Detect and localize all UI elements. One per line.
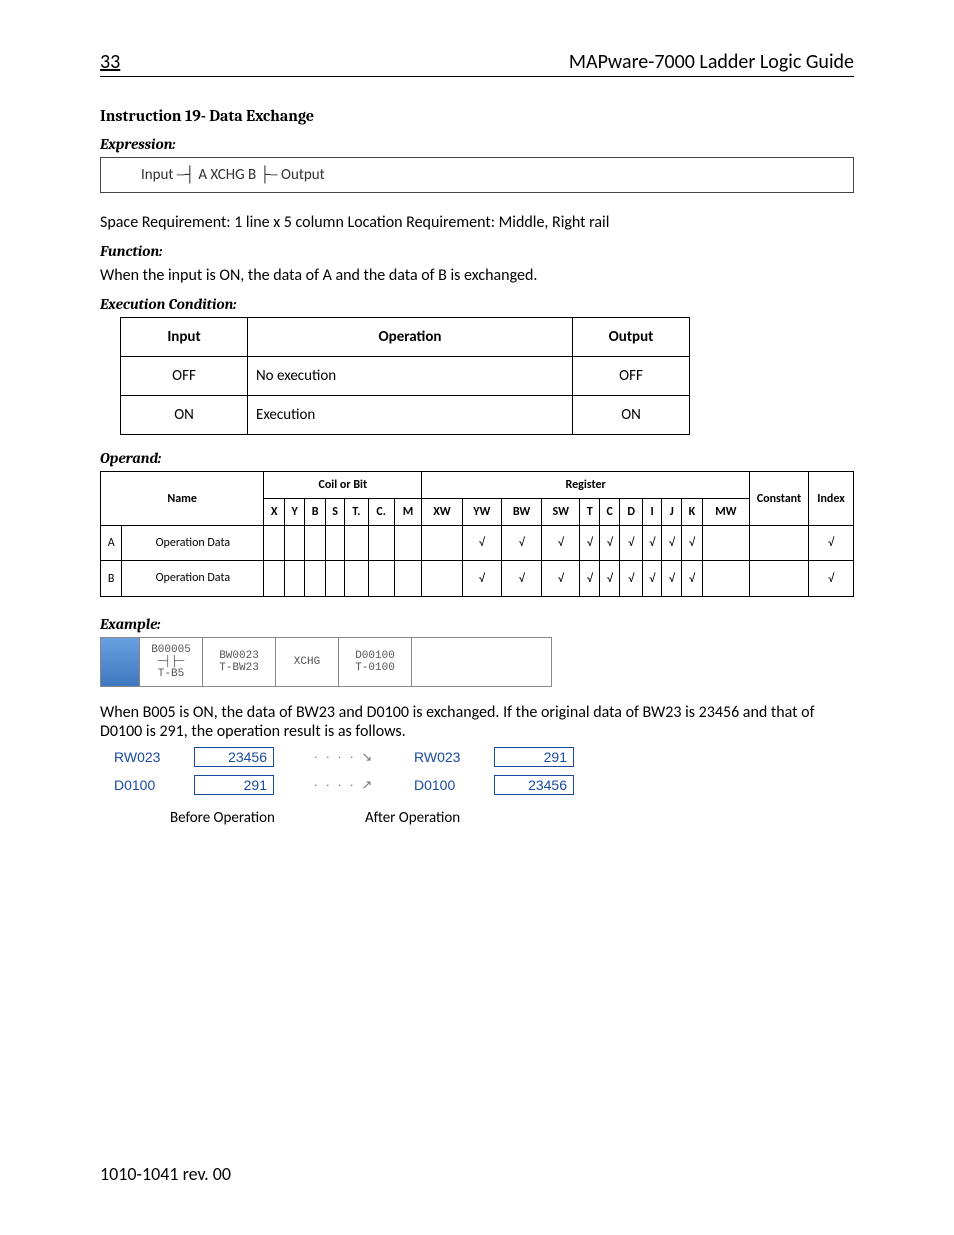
op-col: BW <box>502 499 542 526</box>
rung-rail <box>412 638 551 686</box>
function-label: Function: <box>100 242 854 260</box>
diag-label: D0100 <box>114 777 184 793</box>
example-label: Example: <box>100 615 854 633</box>
op-row-label: B <box>101 561 122 596</box>
rung-reg-a: BW0023 T-BW23 <box>203 638 276 686</box>
diag-label: RW023 <box>414 749 484 765</box>
op-col: C. <box>368 499 394 526</box>
exec-h-op: Operation <box>248 318 573 357</box>
exchange-diagram: RW023 23456 · · · · ↘ RW023 291 D0100 29… <box>114 747 854 795</box>
op-col: T. <box>345 499 369 526</box>
rung-number-bar <box>101 638 140 686</box>
op-col: MW <box>702 499 749 526</box>
op-col: I <box>642 499 662 526</box>
table-row: B Operation Data √ √ √ √ √ √ √ √ √ √ <box>101 561 854 596</box>
op-col: X <box>264 499 285 526</box>
exec-cell: Execution <box>248 396 573 435</box>
op-col: SW <box>542 499 580 526</box>
doc-title: MAPware-7000 Ladder Logic Guide <box>569 50 854 74</box>
op-h-constant: Constant <box>750 472 809 526</box>
diagram-captions: Before Operation After Operation <box>170 809 854 827</box>
diag-value: 23456 <box>194 747 274 767</box>
expression-label: Expression: <box>100 135 854 153</box>
rung-reg-b: D00100 T-0100 <box>339 638 412 686</box>
op-col: T <box>580 499 600 526</box>
op-col: YW <box>462 499 502 526</box>
space-requirement: Space Requirement: 1 line x 5 column Loc… <box>100 213 854 232</box>
exec-cell: OFF <box>121 357 248 396</box>
rung-contact: B00005 ─┤├─ T-B5 <box>140 638 203 686</box>
after-label: After Operation <box>365 809 460 827</box>
op-col: B <box>305 499 326 526</box>
op-h-index: Index <box>809 472 854 526</box>
exec-cond-label: Execution Condition: <box>100 295 854 313</box>
expression-box: Input ─┤ A XCHG B ├─ Output <box>100 157 854 193</box>
diag-label: D0100 <box>414 777 484 793</box>
op-col: XW <box>422 499 462 526</box>
operand-table: Name Coil or Bit Register Constant Index… <box>100 471 854 597</box>
exec-cell: OFF <box>573 357 690 396</box>
op-row-name: Operation Data <box>122 561 264 596</box>
exec-h-input: Input <box>121 318 248 357</box>
exec-cell: ON <box>121 396 248 435</box>
op-col: S <box>326 499 345 526</box>
op-h-coil: Coil or Bit <box>264 472 422 499</box>
diag-value: 23456 <box>494 775 574 795</box>
op-row-label: A <box>101 526 122 561</box>
footer-revision: 1010-1041 rev. 00 <box>100 1163 231 1185</box>
cross-arrow-icon: · · · · ↗ <box>284 777 404 793</box>
page-number: 33 <box>100 50 120 74</box>
op-h-register: Register <box>422 472 750 499</box>
op-col: C <box>600 499 620 526</box>
op-col: J <box>662 499 682 526</box>
op-row-name: Operation Data <box>122 526 264 561</box>
rung-instr: XCHG <box>276 638 339 686</box>
example-text: When B005 is ON, the data of BW23 and D0… <box>100 703 854 741</box>
section-title: Instruction 19- Data Exchange <box>100 107 854 125</box>
exec-table: Input Operation Output OFF No execution … <box>120 317 690 435</box>
cross-arrow-icon: · · · · ↘ <box>284 749 404 765</box>
op-col: Y <box>285 499 305 526</box>
page-header: 33 MAPware-7000 Ladder Logic Guide <box>100 50 854 77</box>
diag-value: 291 <box>494 747 574 767</box>
before-label: Before Operation <box>170 809 275 827</box>
example-rung: B00005 ─┤├─ T-B5 BW0023 T-BW23 XCHG D001… <box>100 637 552 687</box>
table-row: A Operation Data √ √ √ √ √ √ √ √ √ √ <box>101 526 854 561</box>
op-col: K <box>682 499 703 526</box>
op-col: D <box>620 499 642 526</box>
diag-value: 291 <box>194 775 274 795</box>
diag-label: RW023 <box>114 749 184 765</box>
function-text: When the input is ON, the data of A and … <box>100 266 854 285</box>
exec-cell: ON <box>573 396 690 435</box>
exec-cell: No execution <box>248 357 573 396</box>
op-h-name: Name <box>101 472 264 526</box>
exec-h-output: Output <box>573 318 690 357</box>
op-col: M <box>394 499 422 526</box>
operand-label: Operand: <box>100 449 854 467</box>
